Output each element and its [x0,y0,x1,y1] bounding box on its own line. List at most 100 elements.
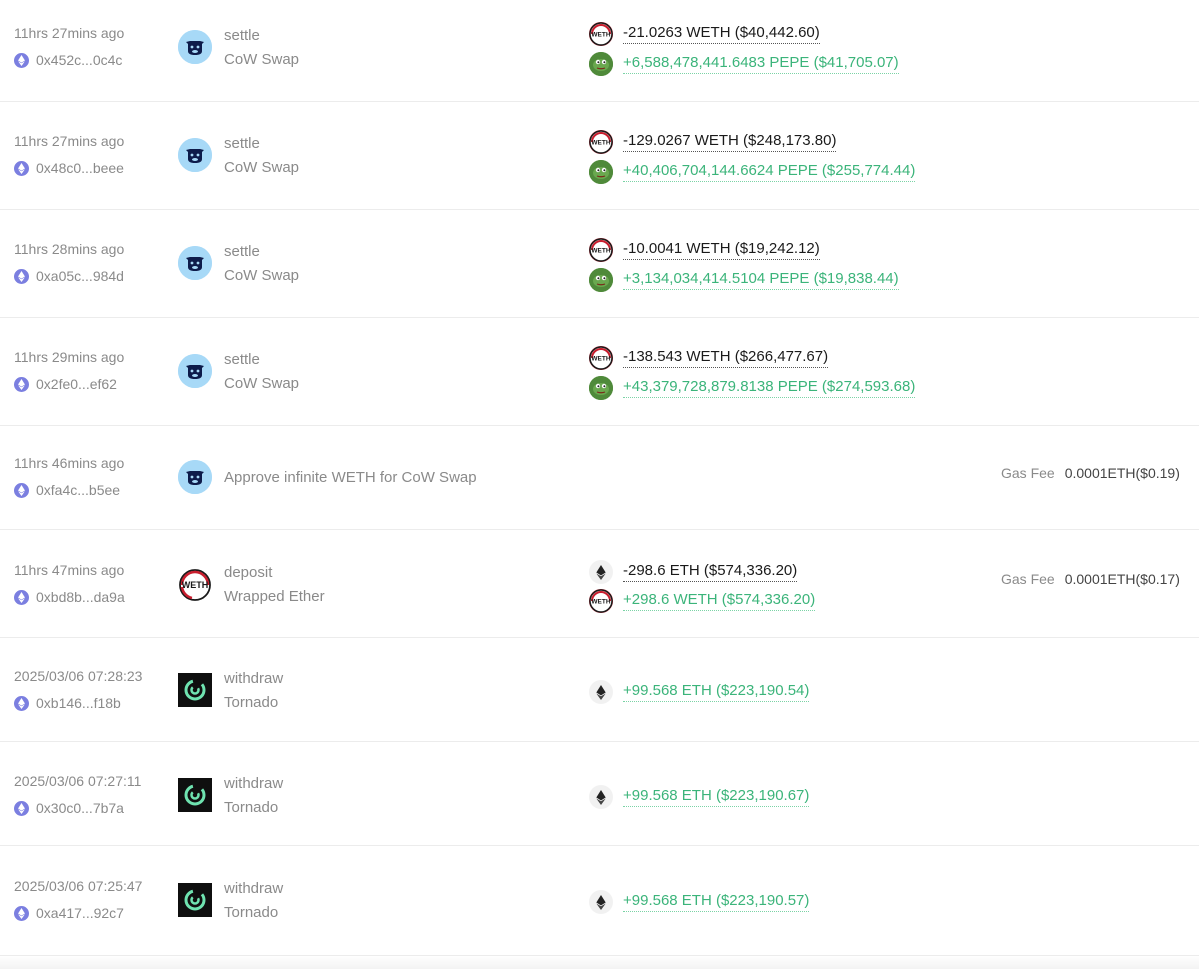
ethereum-chain-icon [14,376,29,392]
eth-icon [589,680,613,704]
tx-protocol[interactable]: Tornado [224,799,278,816]
ethereum-chain-icon [14,52,29,68]
tx-protocol[interactable]: Tornado [224,694,278,711]
tornado-icon [178,673,212,707]
token-change: +6,588,478,441.6483 PEPE ($41,705.07) [589,52,899,76]
tx-hash-link[interactable]: 0xa417...92c7 [14,905,124,921]
weth-icon: WETH [589,589,613,613]
tx-protocol[interactable]: CoW Swap [224,51,299,68]
token-change: +3,134,034,414.5104 PEPE ($19,838.44) [589,268,899,292]
token-amount-in[interactable]: +99.568 ETH ($223,190.67) [623,787,810,807]
tx-time: 11hrs 47mins ago [14,562,125,578]
ethereum-chain-icon [14,905,29,921]
tx-hash-link[interactable]: 0x2fe0...ef62 [14,376,117,392]
transaction-row[interactable]: 11hrs 28mins ago 0xa05c...984d settle CoW S… [0,210,1199,318]
gas-fee-label: Gas Fee [1001,465,1055,481]
transaction-row[interactable]: 11hrs 29mins ago 0x2fe0...ef62 settle CoW S… [0,318,1199,426]
weth-icon: WETH [178,568,212,602]
weth-icon: WETH [589,130,613,154]
tx-protocol[interactable]: Tornado [224,904,278,921]
tx-time: 11hrs 28mins ago [14,241,125,257]
tx-method: deposit [224,564,273,581]
token-change: +99.568 ETH ($223,190.54) [589,680,810,704]
token-change: +40,406,704,144.6624 PEPE ($255,774.44) [589,160,916,184]
svg-text:WETH: WETH [591,32,610,39]
transaction-row[interactable]: 11hrs 47mins ago 0xbd8b...da9a WETH deposit… [0,530,1199,638]
token-change: +43,379,728,879.8138 PEPE ($274,593.68) [589,376,916,400]
transaction-row[interactable]: 11hrs 46mins ago 0xfa4c...b5ee Approve inf… [0,426,1199,530]
transaction-row[interactable]: 11hrs 27mins ago 0x452c...0c4c settle CoW S… [0,0,1199,102]
transaction-row[interactable]: 2025/03/06 07:25:47 0xa417...92c7 withdraw… [0,846,1199,956]
token-amount-out[interactable]: -138.543 WETH ($266,477.67) [623,348,829,368]
token-change: -298.6 ETH ($574,336.20) [589,560,798,584]
transaction-row[interactable]: 2025/03/06 07:27:11 0x30c0...7b7a withdraw… [0,742,1199,846]
tx-hash-link[interactable]: 0xa05c...984d [14,268,124,284]
tx-method: settle [224,243,260,260]
tx-time: 11hrs 46mins ago [14,455,125,471]
ethereum-chain-icon [14,482,29,498]
cow-icon [178,354,212,388]
tx-hash-link[interactable]: 0xbd8b...da9a [14,589,125,605]
pepe-icon [589,160,613,184]
tx-time: 11hrs 29mins ago [14,349,125,365]
token-amount-in[interactable]: +40,406,704,144.6624 PEPE ($255,774.44) [623,162,916,182]
tx-hash-text: 0x2fe0...ef62 [36,376,117,392]
token-amount-out[interactable]: -10.0041 WETH ($19,242.12) [623,240,820,260]
token-amount-in[interactable]: +43,379,728,879.8138 PEPE ($274,593.68) [623,378,916,398]
gas-fee: Gas Fee 0.0001ETH($0.19) [1001,465,1180,481]
svg-text:WETH: WETH [591,356,610,363]
svg-text:WETH: WETH [591,599,610,606]
eth-icon [589,560,613,584]
tx-method: settle [224,27,260,44]
svg-text:WETH: WETH [182,580,209,590]
tx-hash-link[interactable]: 0xb146...f18b [14,695,121,711]
token-amount-in[interactable]: +298.6 WETH ($574,336.20) [623,591,816,611]
tx-hash-text: 0x452c...0c4c [36,52,123,68]
gas-fee-label: Gas Fee [1001,571,1055,587]
tx-hash-link[interactable]: 0x30c0...7b7a [14,800,124,816]
weth-icon: WETH [589,238,613,262]
transaction-row[interactable]: 11hrs 27mins ago 0x48c0...beee settle CoW S… [0,102,1199,210]
tornado-icon [178,778,212,812]
tx-protocol[interactable]: Wrapped Ether [224,588,325,605]
tx-hash-text: 0xa417...92c7 [36,905,124,921]
cow-icon [178,138,212,172]
ethereum-chain-icon [14,695,29,711]
tx-time: 11hrs 27mins ago [14,25,125,41]
tx-hash-link[interactable]: 0x48c0...beee [14,160,124,176]
token-amount-in[interactable]: +99.568 ETH ($223,190.57) [623,892,810,912]
tx-protocol[interactable]: CoW Swap [224,267,299,284]
eth-icon [589,785,613,809]
token-change: WETH -129.0267 WETH ($248,173.80) [589,130,837,154]
tx-protocol[interactable]: CoW Swap [224,159,299,176]
gas-fee: Gas Fee 0.0001ETH($0.17) [1001,571,1180,587]
token-change: WETH -10.0041 WETH ($19,242.12) [589,238,820,262]
token-amount-in[interactable]: +3,134,034,414.5104 PEPE ($19,838.44) [623,270,899,290]
cow-icon [178,30,212,64]
pepe-icon [589,268,613,292]
ethereum-chain-icon [14,800,29,816]
tx-method: withdraw [224,670,284,687]
tornado-icon [178,883,212,917]
svg-text:WETH: WETH [591,248,610,255]
tx-hash-text: 0xfa4c...b5ee [36,482,121,498]
tx-hash-text: 0xbd8b...da9a [36,589,125,605]
tx-method: withdraw [224,880,284,897]
tx-method: withdraw [224,775,284,792]
token-amount-out[interactable]: -21.0263 WETH ($40,442.60) [623,24,820,44]
token-amount-in[interactable]: +99.568 ETH ($223,190.54) [623,682,810,702]
token-amount-out[interactable]: -298.6 ETH ($574,336.20) [623,562,798,582]
gas-fee-value: 0.0001ETH($0.19) [1064,465,1180,481]
ethereum-chain-icon [14,589,29,605]
token-change: WETH -138.543 WETH ($266,477.67) [589,346,829,370]
token-amount-in[interactable]: +6,588,478,441.6483 PEPE ($41,705.07) [623,54,899,74]
tx-hash-link[interactable]: 0xfa4c...b5ee [14,482,120,498]
tx-hash-link[interactable]: 0x452c...0c4c [14,52,122,68]
transaction-row[interactable]: 2025/03/06 07:28:23 0xb146...f18b withdraw… [0,638,1199,742]
tx-hash-text: 0x48c0...beee [36,160,124,176]
ethereum-chain-icon [14,160,29,176]
token-amount-out[interactable]: -129.0267 WETH ($248,173.80) [623,132,837,152]
cow-icon [178,460,212,494]
tx-method: settle [224,351,260,368]
tx-protocol[interactable]: CoW Swap [224,375,299,392]
